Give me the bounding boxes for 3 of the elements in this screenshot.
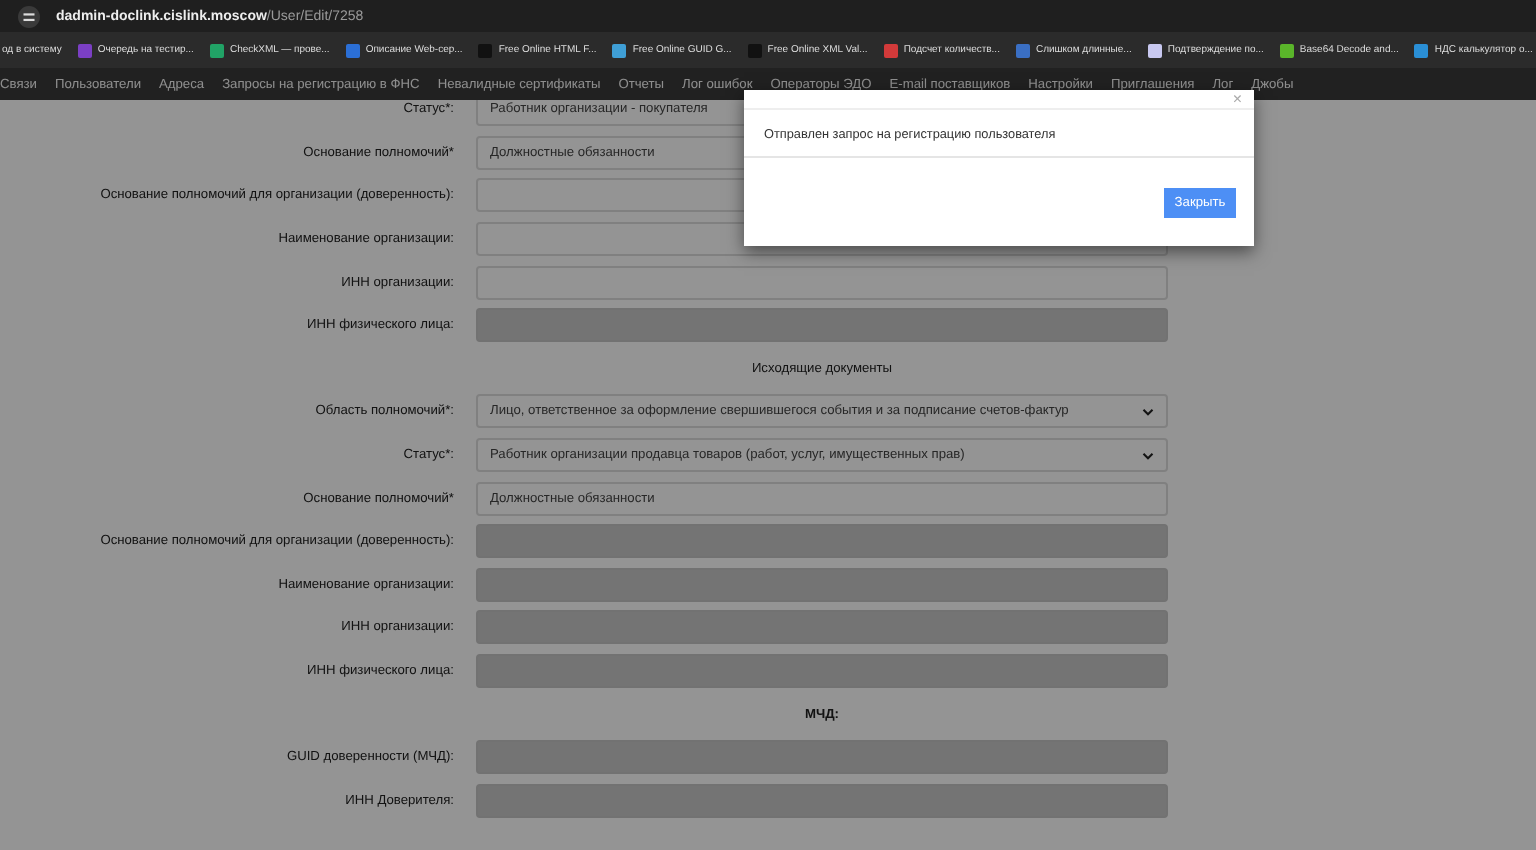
caret-icon (1142, 407, 1154, 416)
caret-icon (1142, 451, 1154, 460)
site-info-icon[interactable] (18, 5, 40, 27)
